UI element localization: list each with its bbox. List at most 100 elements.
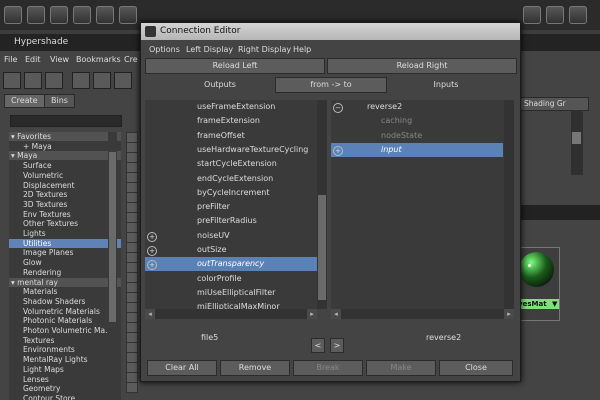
create-tree-scrollbar[interactable] bbox=[108, 132, 117, 400]
create-filter-input[interactable] bbox=[10, 115, 122, 127]
layout-icon[interactable] bbox=[24, 72, 42, 89]
previous-node-button[interactable]: < bbox=[311, 338, 325, 353]
input-attribute-row[interactable]: caching bbox=[331, 114, 503, 128]
tree-item[interactable]: Displacement bbox=[9, 181, 121, 190]
tree-item[interactable]: Utilities bbox=[9, 238, 121, 248]
inputs-vertical-scrollbar[interactable] bbox=[504, 100, 514, 309]
menu-help[interactable]: Help bbox=[293, 45, 311, 54]
input-attribute-row[interactable]: + input bbox=[331, 142, 503, 157]
expand-plus-icon[interactable]: + bbox=[147, 231, 157, 242]
output-attribute-row[interactable]: preFilterRadius bbox=[145, 214, 317, 228]
shelf-tool-icon[interactable] bbox=[523, 6, 541, 24]
scrollbar-thumb[interactable] bbox=[109, 152, 116, 322]
layout-icon[interactable] bbox=[114, 72, 132, 89]
tree-item[interactable]: Other Textures bbox=[9, 219, 121, 228]
tree-item[interactable]: Glow bbox=[9, 258, 121, 267]
expand-plus-icon[interactable]: + bbox=[333, 145, 343, 156]
shelf-tool-icon[interactable] bbox=[50, 6, 68, 24]
tree-item[interactable]: Volumetric bbox=[9, 171, 121, 180]
layout-icon[interactable] bbox=[72, 72, 90, 89]
output-attribute-row[interactable]: useFrameExtension bbox=[145, 100, 317, 114]
close-button[interactable]: Close bbox=[439, 360, 513, 376]
shelf-tool-icon[interactable] bbox=[119, 6, 137, 24]
input-attribute-row[interactable]: − reverse2 bbox=[331, 100, 503, 114]
remove-button[interactable]: Remove bbox=[220, 360, 290, 376]
from-to-toggle-button[interactable]: from -> to bbox=[275, 77, 387, 93]
tree-item[interactable]: Image Planes bbox=[9, 248, 121, 257]
tree-item[interactable]: Lenses bbox=[9, 375, 121, 384]
layout-icon[interactable] bbox=[3, 72, 21, 89]
output-attribute-row[interactable]: frameOffset bbox=[145, 129, 317, 143]
clear-all-button[interactable]: Clear All bbox=[147, 360, 217, 376]
tab-shading-groups[interactable]: Shading Gr bbox=[519, 97, 589, 111]
node-type-icon[interactable] bbox=[126, 382, 138, 393]
tree-item[interactable]: Surface bbox=[9, 161, 121, 170]
output-attribute-row[interactable]: preFilter bbox=[145, 200, 317, 214]
tree-item[interactable]: Rendering bbox=[9, 268, 121, 277]
reload-left-button[interactable]: Reload Left bbox=[145, 58, 325, 74]
menu-file[interactable]: File bbox=[4, 55, 17, 64]
tree-item[interactable]: Volumetric Materials bbox=[9, 307, 121, 316]
input-attribute-row[interactable]: nodeState bbox=[331, 129, 503, 143]
tree-item[interactable]: + Maya bbox=[9, 142, 121, 151]
scroll-right-arrow-icon[interactable]: ▸ bbox=[504, 309, 514, 319]
output-attribute-row[interactable]: miUseEllipticalFilter bbox=[145, 286, 317, 300]
tree-item[interactable]: Geometry bbox=[9, 384, 121, 393]
reload-right-button[interactable]: Reload Right bbox=[327, 58, 517, 74]
outputs-vertical-scrollbar[interactable] bbox=[317, 100, 327, 309]
scroll-right-arrow-icon[interactable]: ▸ bbox=[307, 309, 317, 319]
shelf-tool-icon[interactable] bbox=[569, 6, 587, 24]
next-node-button[interactable]: > bbox=[330, 338, 344, 353]
shelf-tool-icon[interactable] bbox=[546, 6, 564, 24]
right-panel-scrollbar[interactable] bbox=[571, 110, 583, 175]
layout-icon[interactable] bbox=[93, 72, 111, 89]
collapse-minus-icon[interactable]: − bbox=[333, 103, 343, 113]
menu-bookmarks[interactable]: Bookmarks bbox=[76, 55, 121, 64]
scroll-left-arrow-icon[interactable]: ◂ bbox=[331, 309, 341, 319]
output-attribute-row[interactable]: + outTransparency bbox=[145, 257, 317, 272]
scrollbar-thumb[interactable] bbox=[318, 195, 326, 300]
tree-item[interactable]: Photon Volumetric Ma... bbox=[9, 326, 121, 335]
output-attribute-row[interactable]: endCycleExtension bbox=[145, 172, 317, 186]
tree-category[interactable]: ▾ Favorites bbox=[9, 132, 121, 141]
layout-icon[interactable] bbox=[45, 72, 63, 89]
tree-item[interactable]: Env Textures bbox=[9, 210, 121, 219]
chevron-down-icon[interactable]: ▼ bbox=[552, 300, 557, 308]
menu-options[interactable]: Options bbox=[149, 45, 180, 54]
shelf-tool-icon[interactable] bbox=[96, 6, 114, 24]
tree-item[interactable]: Materials bbox=[9, 287, 121, 296]
tree-item[interactable]: Lights bbox=[9, 229, 121, 238]
shelf-tool-icon[interactable] bbox=[27, 6, 45, 24]
output-attribute-row[interactable]: frameExtension bbox=[145, 114, 317, 128]
tree-item[interactable]: Photonic Materials bbox=[9, 316, 121, 325]
outputs-horizontal-scrollbar[interactable]: ◂ ▸ bbox=[145, 309, 317, 319]
tree-item[interactable]: 2D Textures bbox=[9, 190, 121, 199]
tab-bins[interactable]: Bins bbox=[44, 94, 75, 108]
tab-create[interactable]: Create bbox=[4, 94, 45, 108]
output-attribute-row[interactable]: byCycleIncrement bbox=[145, 186, 317, 200]
menu-left-display[interactable]: Left Display bbox=[186, 45, 233, 54]
output-attribute-row[interactable]: + noiseUV bbox=[145, 229, 317, 243]
tree-item[interactable]: Shadow Shaders bbox=[9, 297, 121, 306]
output-attribute-row[interactable]: + outSize bbox=[145, 243, 317, 257]
scroll-left-arrow-icon[interactable]: ◂ bbox=[145, 309, 155, 319]
tree-item[interactable]: 3D Textures bbox=[9, 200, 121, 209]
output-attribute-row[interactable]: useHardwareTextureCycling bbox=[145, 143, 317, 157]
tree-category[interactable]: ▾ mental ray bbox=[9, 277, 121, 287]
tree-item[interactable]: Light Maps bbox=[9, 365, 121, 374]
tree-item[interactable]: MentalRay Lights bbox=[9, 355, 121, 364]
output-attribute-row[interactable]: startCycleExtension bbox=[145, 157, 317, 171]
scrollbar-thumb[interactable] bbox=[572, 132, 581, 144]
output-attribute-row[interactable]: miEllipticalMaxMinor bbox=[145, 300, 317, 309]
break-button[interactable]: Break bbox=[293, 360, 363, 376]
menu-create[interactable]: Cre bbox=[124, 55, 138, 64]
menu-view[interactable]: View bbox=[50, 55, 69, 64]
menu-right-display[interactable]: Right Display bbox=[238, 45, 291, 54]
menu-edit[interactable]: Edit bbox=[25, 55, 41, 64]
tree-item[interactable]: Environments bbox=[9, 345, 121, 354]
tree-item[interactable]: Textures bbox=[9, 336, 121, 345]
tree-item[interactable]: Contour Store bbox=[9, 394, 121, 400]
output-attribute-row[interactable]: colorProfile bbox=[145, 272, 317, 286]
inputs-horizontal-scrollbar[interactable]: ◂ ▸ bbox=[331, 309, 514, 319]
make-button[interactable]: Make bbox=[366, 360, 436, 376]
